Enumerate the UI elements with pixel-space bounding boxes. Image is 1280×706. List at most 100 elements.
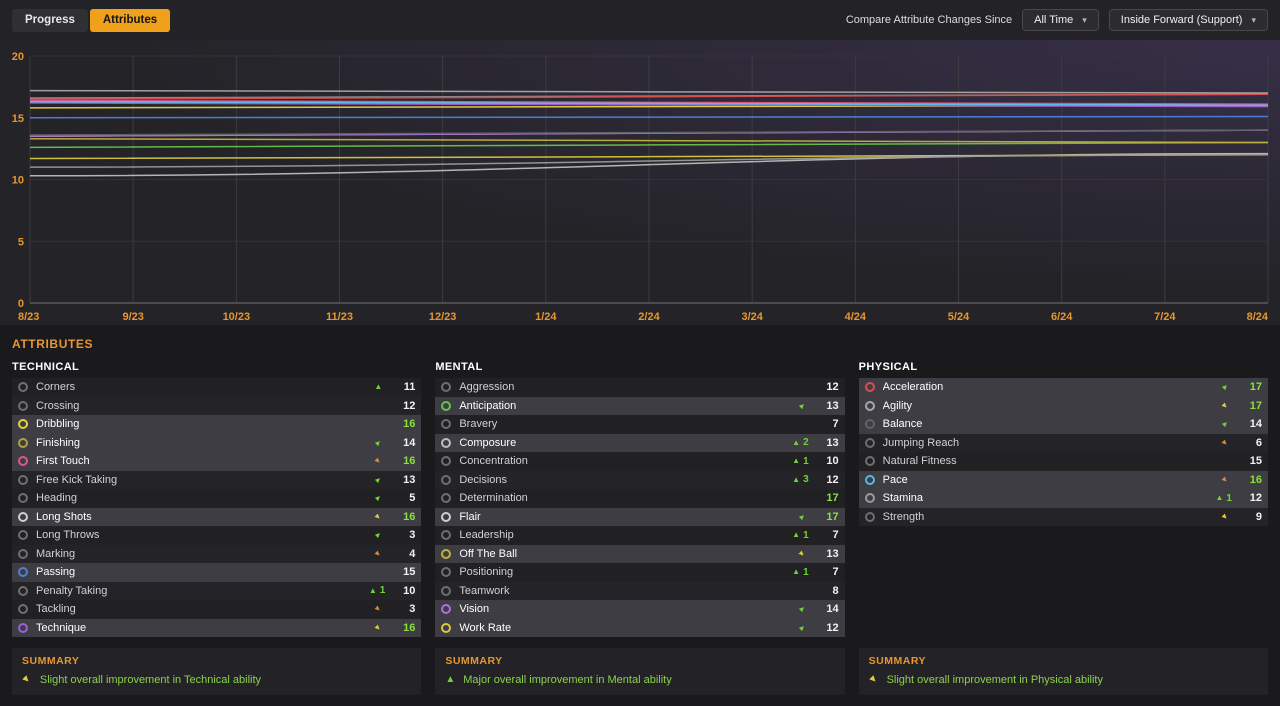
attribute-group-technical: TECHNICAL Corners ▲ 11 Crossing 12 Dribb… <box>12 361 422 695</box>
trend-arrow-icon: ▼ <box>372 602 384 615</box>
attribute-row-crossing[interactable]: Crossing 12 <box>12 396 422 415</box>
tab-progress[interactable]: Progress <box>12 8 88 32</box>
attribute-row-strength[interactable]: Strength ▼ 9 <box>858 507 1268 526</box>
attribute-change: ▲ 1 <box>343 585 385 596</box>
attribute-change: ▲ 1 <box>1190 493 1232 504</box>
attribute-row-stamina[interactable]: Stamina ▲ 1 12 <box>858 489 1268 508</box>
attribute-row-long-throws[interactable]: Long Throws ▲ 3 <box>12 526 422 545</box>
attribute-change: ▲ <box>343 492 385 504</box>
attribute-value: 14 <box>1249 418 1262 431</box>
attribute-value: 17 <box>1249 399 1262 412</box>
attribute-value: 12 <box>826 621 839 634</box>
attribute-row-pace[interactable]: Pace ▼ 16 <box>858 470 1268 489</box>
attribute-row-passing[interactable]: Passing 15 <box>12 563 422 582</box>
attribute-name: Composure <box>459 436 517 449</box>
attribute-value: 17 <box>1249 381 1262 394</box>
attribute-row-determination[interactable]: Determination 17 <box>435 489 845 508</box>
summary-text: Slight overall improvement in Technical … <box>39 674 262 686</box>
attribute-value: 10 <box>403 584 416 597</box>
attributes-section-title: ATTRIBUTES <box>12 337 94 351</box>
summary-text: Slight overall improvement in Physical a… <box>886 674 1103 686</box>
attribute-marker-icon <box>441 419 452 430</box>
attribute-name: Anticipation <box>459 399 517 412</box>
attribute-marker-icon <box>864 400 875 411</box>
attribute-marker-icon <box>18 622 28 633</box>
trend-arrow-icon: ▼ <box>372 621 384 634</box>
attribute-row-penalty-taking[interactable]: Penalty Taking ▲ 1 10 <box>12 581 422 600</box>
attribute-rows: Aggression 12 Anticipation ▲ 13 Bravery … <box>435 378 845 637</box>
attribute-row-flair[interactable]: Flair ▲ 17 <box>435 507 845 526</box>
svg-text:20: 20 <box>12 51 24 63</box>
attribute-change: ▲ <box>767 510 809 522</box>
attribute-name: Acceleration <box>882 381 944 394</box>
svg-text:10: 10 <box>12 175 24 187</box>
attribute-row-off-the-ball[interactable]: Off The Ball ▼ 13 <box>435 544 845 563</box>
attribute-row-first-touch[interactable]: First Touch ▼ 16 <box>12 452 422 471</box>
svg-text:5/24: 5/24 <box>948 311 970 323</box>
attribute-row-balance[interactable]: Balance ▲ 14 <box>858 415 1268 434</box>
attribute-row-vision[interactable]: Vision ▲ 14 <box>435 600 845 619</box>
attribute-row-aggression[interactable]: Aggression 12 <box>435 378 845 397</box>
attribute-value: 5 <box>409 492 416 505</box>
attribute-name: Jumping Reach <box>882 436 960 449</box>
attribute-row-work-rate[interactable]: Work Rate ▲ 12 <box>435 618 845 637</box>
timeframe-dropdown[interactable]: All Time ▾ <box>1022 9 1099 31</box>
attribute-change: ▲ <box>1190 381 1232 393</box>
attribute-row-concentration[interactable]: Concentration ▲ 1 10 <box>435 452 845 471</box>
attribute-marker-icon <box>441 456 452 467</box>
attribute-name: Leadership <box>459 529 514 542</box>
attribute-row-acceleration[interactable]: Acceleration ▲ 17 <box>858 378 1268 397</box>
attribute-marker-icon <box>441 400 452 411</box>
attribute-row-tackling[interactable]: Tackling ▼ 3 <box>12 600 422 619</box>
attribute-name: Decisions <box>459 473 508 486</box>
attribute-name: Stamina <box>882 492 924 505</box>
group-title: PHYSICAL <box>858 361 918 373</box>
attribute-value: 13 <box>826 547 839 560</box>
attribute-value: 10 <box>826 455 839 468</box>
view-tabs: Progress Attributes <box>12 8 171 32</box>
attribute-row-composure[interactable]: Composure ▲ 2 13 <box>435 433 845 452</box>
attribute-row-agility[interactable]: Agility ▼ 17 <box>858 396 1268 415</box>
attribute-change: ▲ <box>767 621 809 633</box>
attribute-row-positioning[interactable]: Positioning ▲ 1 7 <box>435 563 845 582</box>
attribute-value: 16 <box>403 418 416 431</box>
attribute-row-heading[interactable]: Heading ▲ 5 <box>12 489 422 508</box>
attribute-row-teamwork[interactable]: Teamwork 8 <box>435 581 845 600</box>
attribute-row-free-kick-taking[interactable]: Free Kick Taking ▲ 13 <box>12 470 422 489</box>
attribute-row-long-shots[interactable]: Long Shots ▼ 16 <box>12 507 422 526</box>
attribute-row-leadership[interactable]: Leadership ▲ 1 7 <box>435 526 845 545</box>
attribute-name: Aggression <box>459 381 515 394</box>
attribute-marker-icon <box>864 493 875 504</box>
attribute-name: Pace <box>882 473 908 486</box>
attribute-change: ▲ <box>343 473 385 485</box>
summary-trend-arrow-icon: ▲ <box>445 674 456 685</box>
tab-attributes[interactable]: Attributes <box>89 8 171 32</box>
svg-text:0: 0 <box>18 298 24 310</box>
attribute-row-anticipation[interactable]: Anticipation ▲ 13 <box>435 396 845 415</box>
attribute-row-decisions[interactable]: Decisions ▲ 3 12 <box>435 470 845 489</box>
attribute-value: 4 <box>409 547 416 560</box>
role-dropdown[interactable]: Inside Forward (Support) ▾ <box>1108 9 1268 31</box>
attribute-row-technique[interactable]: Technique ▼ 16 <box>12 618 422 637</box>
attribute-row-finishing[interactable]: Finishing ▲ 14 <box>12 433 422 452</box>
svg-text:11/23: 11/23 <box>326 311 353 323</box>
attribute-change: ▲ 1 <box>767 530 808 541</box>
attribute-row-marking[interactable]: Marking ▼ 4 <box>12 544 422 563</box>
attribute-change: ▼ <box>1190 510 1232 522</box>
trend-arrow-icon: ▼ <box>372 454 384 467</box>
attribute-name: First Touch <box>36 455 90 468</box>
attribute-value: 3 <box>409 603 416 616</box>
attribute-value: 11 <box>403 381 416 394</box>
attribute-row-dribbling[interactable]: Dribbling 16 <box>12 415 422 434</box>
change-amount: 3 <box>803 474 809 486</box>
attribute-name: Heading <box>36 492 77 505</box>
attribute-row-corners[interactable]: Corners ▲ 11 <box>12 378 422 397</box>
trend-arrow-icon: ▼ <box>1218 399 1231 412</box>
chevron-down-icon: ▾ <box>1251 14 1256 25</box>
attribute-row-natural-fitness[interactable]: Natural Fitness 15 <box>858 452 1268 471</box>
attribute-name: Bravery <box>459 418 498 431</box>
attribute-row-jumping-reach[interactable]: Jumping Reach ▼ 6 <box>858 433 1268 452</box>
attribute-value: 12 <box>826 381 839 394</box>
group-title: TECHNICAL <box>12 361 80 373</box>
attribute-row-bravery[interactable]: Bravery 7 <box>435 415 845 434</box>
